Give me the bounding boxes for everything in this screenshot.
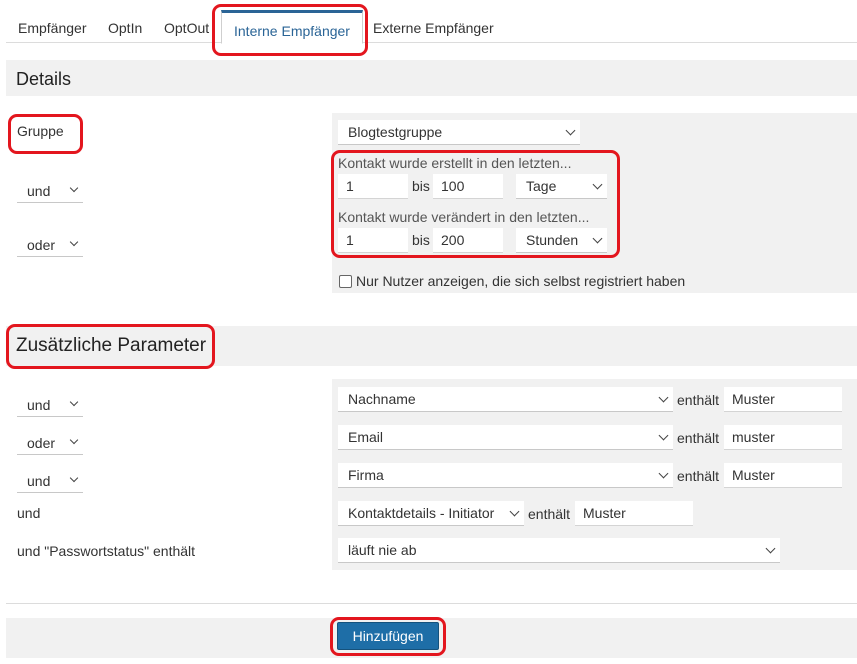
- chevron-down-icon: [69, 435, 79, 445]
- chevron-down-icon: [592, 179, 603, 190]
- param-row-3-operator-value: und: [27, 473, 51, 489]
- changed-from-input[interactable]: 1: [338, 228, 408, 253]
- param-row-4-operator: und: [17, 505, 41, 521]
- param-row-2-field-select[interactable]: Email: [338, 425, 673, 450]
- chevron-down-icon: [69, 183, 79, 193]
- tab-empfaenger[interactable]: Empfänger: [18, 20, 86, 36]
- group-select[interactable]: Blogtestgruppe: [338, 120, 580, 145]
- tab-interne-empfaenger[interactable]: Interne Empfänger: [221, 10, 363, 44]
- param-row-4-condition: enthält: [528, 506, 571, 522]
- param-row-1-value-input[interactable]: Muster: [724, 387, 842, 412]
- param-row-4-field-value: Kontaktdetails - Initiator: [348, 505, 495, 521]
- param-row-1-condition: enthält: [677, 392, 720, 408]
- self-registered-checkbox[interactable]: [339, 275, 352, 288]
- param-row-1-field-value: Nachname: [348, 391, 416, 407]
- param-row-2-operator-value: oder: [27, 435, 56, 451]
- created-operator-value: und: [27, 183, 51, 199]
- chevron-down-icon: [509, 506, 520, 517]
- created-unit-value: Tage: [526, 178, 557, 194]
- created-operator-select[interactable]: und: [17, 179, 83, 203]
- param-row-3-value-input[interactable]: Muster: [724, 463, 842, 488]
- changed-hint: Kontakt wurde verändert in den letzten..…: [338, 209, 590, 225]
- changed-operator-value: oder: [27, 237, 56, 253]
- changed-to-input[interactable]: 200: [433, 228, 503, 253]
- created-hint: Kontakt wurde erstellt in den letzten...: [338, 155, 572, 171]
- details-title: Details: [16, 69, 72, 89]
- group-select-value: Blogtestgruppe: [348, 124, 443, 140]
- chevron-down-icon: [69, 237, 79, 247]
- params-section-header: Zusätzliche Parameter: [6, 326, 857, 366]
- chevron-down-icon: [658, 430, 669, 441]
- password-status-label: und "Passwortstatus" enthält: [17, 543, 196, 559]
- changed-bis-label: bis: [412, 232, 430, 248]
- footer-divider: [6, 603, 857, 604]
- param-row-1-operator-select[interactable]: und: [17, 393, 83, 417]
- param-row-3-operator-select[interactable]: und: [17, 469, 83, 493]
- chevron-down-icon: [565, 125, 576, 136]
- param-row-1-operator-value: und: [27, 397, 51, 413]
- chevron-down-icon: [658, 392, 669, 403]
- chevron-down-icon: [69, 397, 79, 407]
- param-row-1-field-select[interactable]: Nachname: [338, 387, 673, 412]
- add-button[interactable]: Hinzufügen: [337, 622, 439, 650]
- created-unit-select[interactable]: Tage: [516, 174, 607, 199]
- tab-optout[interactable]: OptOut: [164, 20, 209, 36]
- param-row-2-condition: enthält: [677, 430, 720, 446]
- created-bis-label: bis: [412, 178, 430, 194]
- tab-externe-empfaenger[interactable]: Externe Empfänger: [373, 20, 494, 36]
- created-from-input[interactable]: 1: [338, 174, 408, 199]
- chevron-down-icon: [658, 468, 669, 479]
- changed-unit-select[interactable]: Stunden: [516, 228, 607, 253]
- chevron-down-icon: [765, 543, 776, 554]
- param-row-3-condition: enthält: [677, 468, 720, 484]
- chevron-down-icon: [592, 233, 603, 244]
- param-row-2-operator-select[interactable]: oder: [17, 431, 83, 455]
- self-registered-label: Nur Nutzer anzeigen, die sich selbst reg…: [356, 273, 686, 289]
- params-title: Zusätzliche Parameter: [16, 335, 207, 356]
- param-row-3-field-select[interactable]: Firma: [338, 463, 673, 488]
- param-row-2-value-input[interactable]: muster: [724, 425, 842, 450]
- param-row-2-field-value: Email: [348, 429, 384, 445]
- param-row-4-field-select[interactable]: Kontaktdetails - Initiator: [338, 501, 524, 526]
- changed-operator-select[interactable]: oder: [17, 233, 83, 257]
- tab-optin[interactable]: OptIn: [108, 20, 142, 36]
- tab-bar: Empfänger OptIn OptOut Interne Empfänger…: [6, 0, 857, 44]
- param-row-3-field-value: Firma: [348, 467, 384, 483]
- password-status-value: läuft nie ab: [348, 542, 417, 558]
- group-label: Gruppe: [17, 123, 64, 139]
- created-to-input[interactable]: 100: [433, 174, 503, 199]
- param-row-4-value-input[interactable]: Muster: [575, 501, 693, 526]
- changed-unit-value: Stunden: [526, 232, 579, 248]
- details-section-header: Details: [6, 60, 857, 96]
- chevron-down-icon: [69, 473, 79, 483]
- password-status-select[interactable]: läuft nie ab: [338, 538, 780, 563]
